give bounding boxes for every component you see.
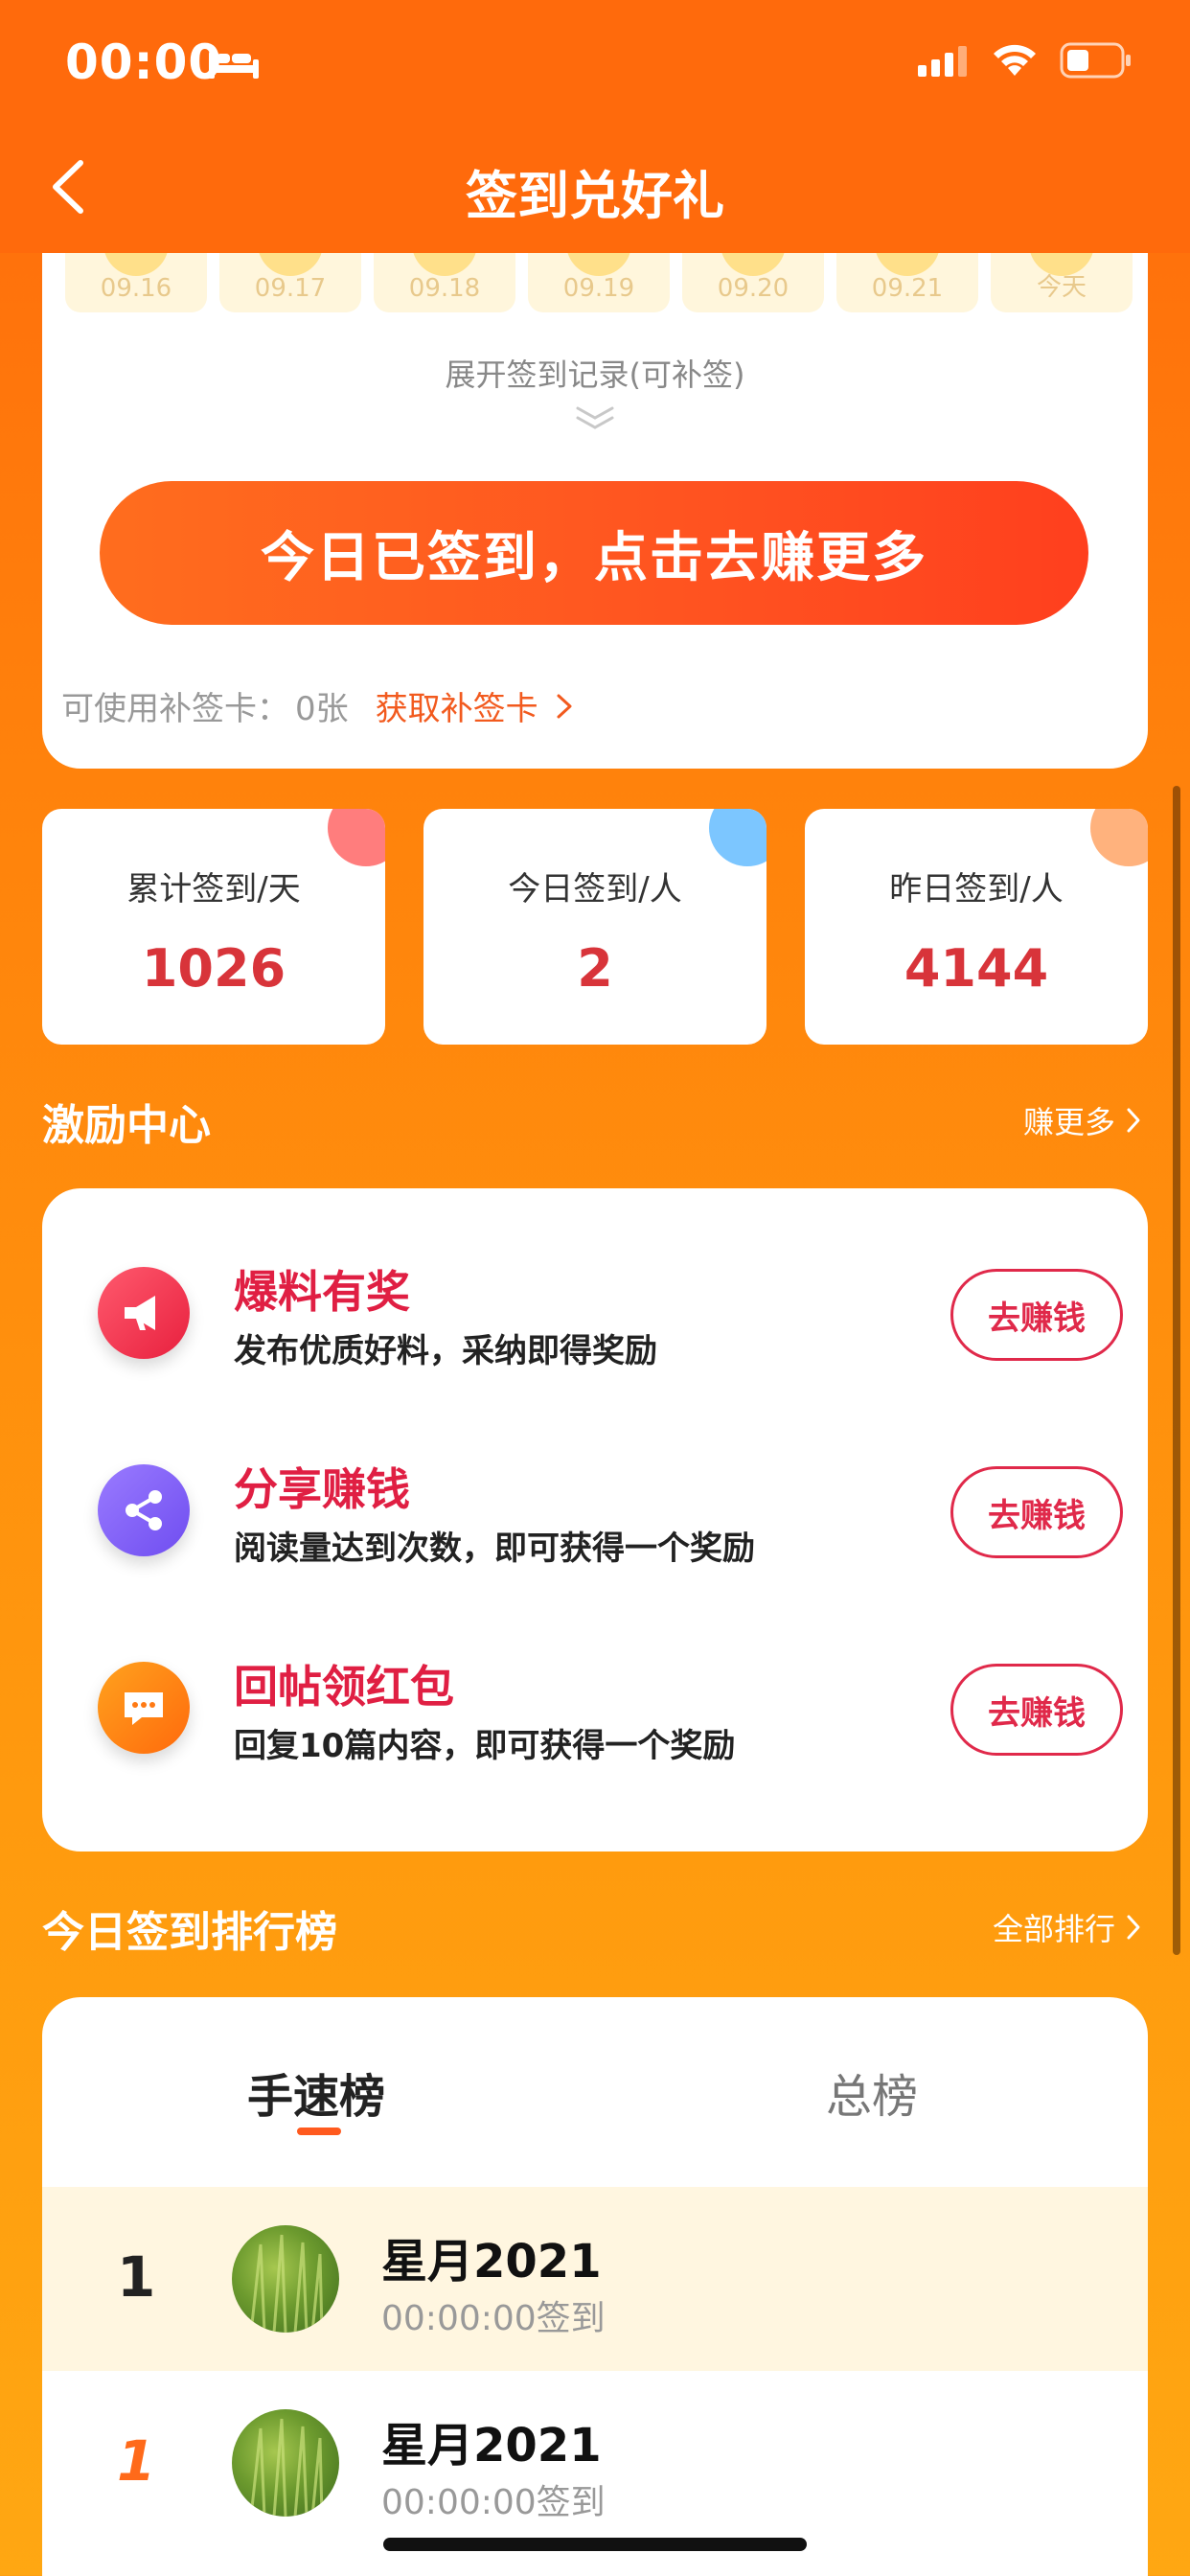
avatar xyxy=(232,2409,339,2517)
task-item: 回帖领红包 回复10篇内容，即可获得一个奖励 去赚钱 xyxy=(42,1623,1148,1796)
go-earn-button[interactable]: 去赚钱 xyxy=(950,1269,1123,1361)
status-icons xyxy=(918,42,1133,79)
earn-more-label: 赚更多 xyxy=(1022,1104,1115,1140)
chevron-right-icon xyxy=(1127,1915,1140,1940)
rank-number: 1 xyxy=(117,2244,156,2310)
signin-time: 00:00:00签到 xyxy=(381,2483,606,2522)
tab-speed-ranking[interactable]: 手速榜 xyxy=(247,2058,385,2126)
stat-yesterday-users: 昨日签到/人 4144 xyxy=(805,809,1148,1045)
date-cell: 09.21 xyxy=(836,211,978,312)
signal-icon xyxy=(918,46,967,77)
task-item: 分享赚钱 阅读量达到次数，即可获得一个奖励 去赚钱 xyxy=(42,1426,1148,1598)
megaphone-icon xyxy=(98,1267,190,1359)
all-ranking-link[interactable]: 全部排行 xyxy=(993,1905,1142,1949)
scrollbar[interactable] xyxy=(1173,786,1180,1955)
ranking-row[interactable]: 1 星月2021 00:00:00签到 xyxy=(42,2371,1148,2555)
chevron-right-icon[interactable] xyxy=(554,693,575,720)
task-title: 回帖领红包 xyxy=(234,1661,454,1713)
task-description: 回复10篇内容，即可获得一个奖励 xyxy=(234,1727,736,1765)
go-earn-button[interactable]: 去赚钱 xyxy=(950,1466,1123,1558)
task-title: 爆料有奖 xyxy=(234,1266,410,1318)
chevron-right-icon xyxy=(1127,1108,1140,1133)
earn-more-link[interactable]: 赚更多 xyxy=(1023,1098,1142,1142)
stat-today-users: 今日签到/人 2 xyxy=(423,809,767,1045)
makeup-card-row: 可使用补签卡： 0张 获取补签卡 xyxy=(61,682,575,729)
avatar xyxy=(232,2225,339,2333)
signed-in-earn-more-button[interactable]: 今日已签到，点击去赚更多 xyxy=(100,481,1088,625)
all-ranking-label: 全部排行 xyxy=(992,1911,1115,1947)
tab-total-ranking[interactable]: 总榜 xyxy=(826,2058,918,2126)
stat-value: 4144 xyxy=(904,938,1049,999)
ranking-section-title: 今日签到排行榜 xyxy=(42,1908,337,1957)
battery-icon xyxy=(1060,42,1131,79)
task-description: 阅读量达到次数，即可获得一个奖励 xyxy=(234,1530,755,1568)
date-cell: 09.16 xyxy=(65,211,207,312)
get-makeup-card-link[interactable]: 获取补签卡 xyxy=(376,682,538,729)
user-name: 星月2021 xyxy=(381,2419,602,2472)
home-indicator[interactable] xyxy=(383,2538,807,2551)
stat-label: 今日签到/人 xyxy=(508,870,682,908)
top-bar: 00:00 签到兑好礼 xyxy=(0,0,1190,253)
user-name: 星月2021 xyxy=(381,2235,602,2288)
date-cell: 09.17 xyxy=(219,211,361,312)
ranking-card: 手速榜 总榜 1 星月2021 00:00:00签到 1 星月2021 00:0… xyxy=(42,1997,1148,2576)
rank-number: 1 xyxy=(117,2428,156,2494)
go-earn-button[interactable]: 去赚钱 xyxy=(950,1664,1123,1756)
expand-records-link[interactable]: 展开签到记录(可补签) xyxy=(42,351,1148,395)
stat-label: 昨日签到/人 xyxy=(889,870,1064,908)
active-tab-indicator xyxy=(297,2128,341,2135)
double-chevron-down-icon[interactable] xyxy=(574,404,616,431)
sleep-mode-icon xyxy=(209,52,259,79)
date-cell: 09.18 xyxy=(374,211,515,312)
date-cell-today: 今天 xyxy=(991,211,1133,312)
corner-decoration xyxy=(709,809,767,866)
task-title: 分享赚钱 xyxy=(234,1463,410,1515)
corner-decoration xyxy=(328,809,385,866)
signin-stats: 累计签到/天 1026 今日签到/人 2 昨日签到/人 4144 xyxy=(42,809,1148,1045)
incentive-card: 爆料有奖 发布优质好料，采纳即得奖励 去赚钱 分享赚钱 阅读量达到次数，即可获得… xyxy=(42,1188,1148,1852)
chat-bubble-icon xyxy=(98,1662,190,1754)
corner-decoration xyxy=(1090,809,1148,866)
share-icon xyxy=(98,1464,190,1556)
makeup-card-label: 可使用补签卡： xyxy=(61,690,289,728)
signin-dates: 09.16 09.17 09.18 09.19 09.20 09.21 今天 xyxy=(65,211,1133,312)
status-time: 00:00 xyxy=(65,34,223,90)
task-item: 爆料有奖 发布优质好料，采纳即得奖励 去赚钱 xyxy=(42,1229,1148,1401)
stat-total-days: 累计签到/天 1026 xyxy=(42,809,385,1045)
signin-time: 00:00:00签到 xyxy=(381,2299,606,2338)
wifi-icon xyxy=(994,44,1036,76)
makeup-card-count: 0张 xyxy=(295,690,349,728)
task-description: 发布优质好料，采纳即得奖励 xyxy=(234,1332,657,1370)
stat-label: 累计签到/天 xyxy=(126,870,301,908)
ranking-row[interactable]: 1 星月2021 00:00:00签到 xyxy=(42,2187,1148,2371)
date-cell: 09.20 xyxy=(682,211,824,312)
page-title: 签到兑好礼 xyxy=(466,166,724,226)
date-cell: 09.19 xyxy=(528,211,670,312)
stat-value: 2 xyxy=(577,938,613,999)
stat-value: 1026 xyxy=(141,938,286,999)
incentive-section-title: 激励中心 xyxy=(42,1101,211,1150)
signin-card: 09.16 09.17 09.18 09.19 09.20 09.21 今天 展… xyxy=(42,192,1148,769)
